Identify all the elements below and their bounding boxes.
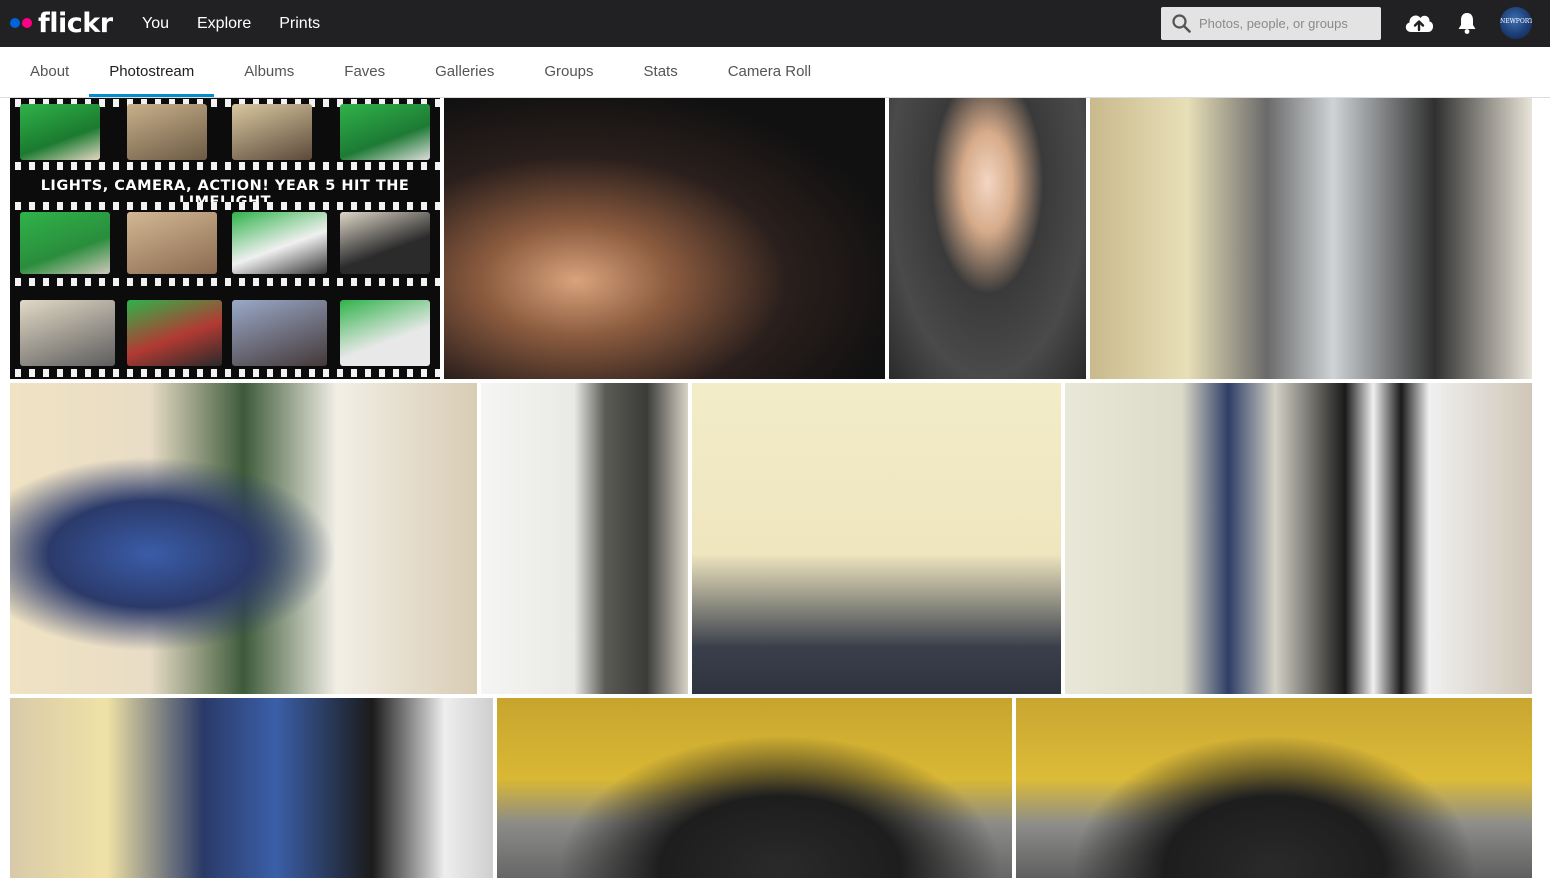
collage-frame: [127, 212, 217, 274]
search-input[interactable]: [1199, 7, 1377, 40]
collage-frame: [20, 300, 115, 366]
photo-thumbnail[interactable]: [692, 383, 1061, 694]
photo-thumbnail[interactable]: [1065, 383, 1532, 694]
tab-albums[interactable]: Albums: [214, 47, 314, 97]
tab-about[interactable]: About: [10, 47, 89, 97]
collage-frame: [127, 104, 207, 160]
nav-prints[interactable]: Prints: [265, 0, 334, 47]
film-strip: [10, 162, 440, 170]
logo-pink-dot: [22, 18, 32, 28]
film-strip: [10, 278, 440, 286]
avatar[interactable]: NEWPORT: [1500, 7, 1532, 39]
photo-thumbnail[interactable]: [1016, 698, 1532, 878]
logo-blue-dot: [10, 18, 20, 28]
tab-camera-roll[interactable]: Camera Roll: [698, 47, 831, 97]
tab-groups[interactable]: Groups: [514, 47, 613, 97]
photo-thumbnail[interactable]: [10, 698, 493, 878]
collage-frame: [340, 104, 430, 160]
photo-thumbnail[interactable]: [10, 383, 477, 694]
collage-frame: [20, 104, 100, 160]
film-strip: [10, 202, 440, 210]
photo-thumbnail[interactable]: [444, 98, 885, 379]
photo-thumbnail[interactable]: [497, 698, 1012, 878]
search-icon: [1172, 14, 1191, 33]
collage-frame: [232, 104, 312, 160]
photo-thumbnail[interactable]: [481, 383, 688, 694]
tab-photostream[interactable]: Photostream: [89, 47, 215, 97]
collage-frame: [20, 212, 110, 274]
photo-thumbnail-collage[interactable]: LIGHTS, CAMERA, ACTION! YEAR 5 HIT THE L…: [10, 98, 440, 379]
tab-stats[interactable]: Stats: [614, 47, 698, 97]
film-strip-bottom: [10, 369, 440, 377]
collage-frame: [232, 212, 327, 274]
photo-thumbnail[interactable]: [1090, 98, 1532, 379]
main-nav: You Explore Prints: [128, 0, 334, 47]
top-navigation-bar: flickr You Explore Prints NEWPORT: [0, 0, 1550, 47]
profile-tabs: About Photostream Albums Faves Galleries…: [0, 47, 1550, 98]
collage-frame: [340, 300, 430, 366]
logo-wordmark: flickr: [38, 7, 113, 39]
photo-thumbnail[interactable]: [889, 98, 1086, 379]
collage-frame: [127, 300, 222, 366]
cloud-upload-icon[interactable]: [1403, 8, 1435, 38]
tab-galleries[interactable]: Galleries: [405, 47, 514, 97]
search-box[interactable]: [1161, 7, 1381, 40]
nav-you[interactable]: You: [128, 0, 183, 47]
collage-frame: [232, 300, 327, 366]
flickr-logo[interactable]: flickr: [10, 7, 113, 39]
collage-frame: [340, 212, 430, 274]
nav-explore[interactable]: Explore: [183, 0, 265, 47]
tab-faves[interactable]: Faves: [314, 47, 405, 97]
bell-icon[interactable]: [1456, 11, 1478, 35]
avatar-text: NEWPORT: [1500, 18, 1532, 25]
